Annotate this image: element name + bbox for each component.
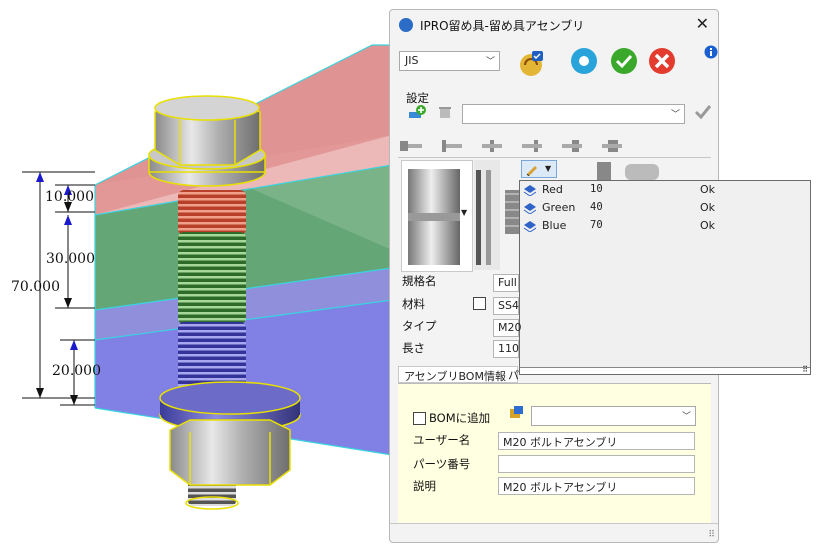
chevron-down-icon: ﹀	[681, 412, 691, 422]
pencil-icon	[526, 166, 537, 176]
chevron-down-icon[interactable]: ▼	[461, 208, 467, 217]
apply-button[interactable]	[570, 47, 598, 75]
tab-assembly-bom[interactable]: アセンブリBOM情報	[398, 366, 518, 383]
cap-nut-preview[interactable]	[623, 160, 661, 182]
settings-combo[interactable]: ﹀	[462, 104, 685, 124]
dimension-30: 30.000	[46, 251, 95, 267]
update-library-icon[interactable]	[516, 48, 546, 78]
tab-parts[interactable]: パ	[508, 367, 519, 383]
material-checkbox[interactable]	[473, 297, 486, 310]
user-name-field[interactable]: M20 ボルトアセンブリ	[498, 432, 695, 450]
washer-preview[interactable]	[474, 160, 500, 270]
app-icon	[399, 18, 413, 32]
dimension-70: 70.000	[11, 279, 60, 295]
layer-icon	[523, 221, 536, 232]
save-setting-icon[interactable]	[694, 104, 712, 120]
length-field[interactable]: 110	[493, 340, 519, 358]
description-field[interactable]: M20 ボルトアセンブリ	[498, 477, 695, 495]
standard-select[interactable]: JIS ﹀	[399, 51, 500, 71]
delete-setting-icon[interactable]	[438, 104, 454, 120]
description-label: 説明	[413, 479, 436, 493]
list-item[interactable]: Red 10 Ok	[520, 181, 810, 199]
dimension-20: 20.000	[52, 363, 101, 379]
bom-panel: BOMに追加 ﹀ ユーザー名 M20 ボルトアセンブリ パーツ番号 説明 M20…	[398, 383, 711, 524]
layer-icon	[523, 185, 536, 196]
material-field[interactable]: SS4	[493, 297, 519, 315]
info-icon[interactable]	[704, 45, 718, 59]
length-label: 長さ	[402, 341, 425, 355]
color-layer-popup: Red 10 Ok Green 40 Ok Blue 70 Ok ⠿	[519, 180, 811, 375]
user-name-label: ユーザー名	[413, 433, 471, 447]
tab-double-nut[interactable]	[598, 137, 628, 155]
type-label: タイプ	[402, 319, 437, 333]
chevron-down-icon: ﹀	[670, 110, 680, 120]
tab-bolt[interactable]	[398, 137, 428, 155]
fastener-assembly-dialog: IPRO留め具-留め具アセンブリ ✕ JIS ﹀ 設定 ﹀ ▼ ▼ Red 10…	[389, 9, 811, 543]
layer-icon	[523, 203, 536, 214]
color-picker-button[interactable]: ▼	[521, 160, 557, 178]
cancel-button[interactable]	[648, 47, 676, 75]
bom-combo[interactable]: ﹀	[531, 406, 696, 426]
type-field[interactable]: M20	[493, 319, 522, 337]
bolt-head	[148, 95, 266, 187]
close-icon[interactable]: ✕	[696, 14, 709, 33]
material-label: 材料	[402, 297, 425, 311]
bom-settings-icon[interactable]	[508, 405, 526, 421]
resize-grip-icon[interactable]: ⠿	[708, 530, 715, 540]
spec-field[interactable]: Full	[493, 274, 519, 292]
spec-label: 規格名	[402, 274, 437, 288]
tab-nut[interactable]	[558, 137, 588, 155]
component-tabs	[398, 135, 711, 158]
dimension-10: 10.000	[45, 189, 94, 205]
nut-preview[interactable]	[593, 160, 615, 182]
status-bar	[390, 523, 718, 542]
list-item[interactable]: Blue 70 Ok	[520, 217, 810, 235]
tab-washer-bottom[interactable]	[518, 137, 548, 155]
popup-footer	[520, 367, 810, 374]
tab-washer-middle[interactable]	[478, 137, 508, 155]
resize-grip-icon[interactable]: ⠿	[802, 365, 808, 374]
add-setting-icon[interactable]	[408, 104, 426, 120]
part-number-label: パーツ番号	[413, 457, 471, 471]
bom-add-checkbox[interactable]	[413, 412, 426, 425]
chevron-down-icon: ▼	[545, 164, 552, 173]
ok-button[interactable]	[610, 47, 638, 75]
tab-washer-top[interactable]	[438, 137, 468, 155]
bom-add-label: BOMに追加	[429, 411, 491, 425]
list-item[interactable]: Green 40 Ok	[520, 199, 810, 217]
dialog-title: IPRO留め具-留め具アセンブリ	[420, 19, 585, 33]
part-number-field[interactable]	[498, 455, 695, 473]
chevron-down-icon: ﹀	[485, 57, 495, 67]
